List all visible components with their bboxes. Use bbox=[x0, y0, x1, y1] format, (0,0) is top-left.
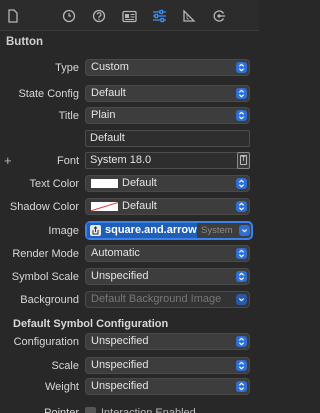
text-color-value: Default bbox=[122, 177, 157, 189]
title-popup[interactable]: Plain bbox=[85, 107, 250, 124]
text-color-popup[interactable]: Default bbox=[85, 175, 250, 192]
chevron-updown-icon bbox=[236, 88, 247, 99]
text-color-row: Text Color Default bbox=[0, 175, 259, 193]
quick-help-icon[interactable] bbox=[91, 8, 107, 24]
type-popup[interactable]: Custom bbox=[85, 59, 250, 76]
image-combo-box[interactable]: square.and.arrow System bbox=[85, 221, 253, 240]
title-style-value: Plain bbox=[91, 109, 116, 121]
configuration-label: Configuration bbox=[13, 336, 79, 348]
title-text-row: Default bbox=[0, 130, 259, 148]
chevron-updown-icon bbox=[236, 62, 247, 73]
state-config-label: State Config bbox=[18, 88, 79, 100]
symbol-config-header: Default Symbol Configuration bbox=[13, 318, 169, 330]
render-mode-value: Automatic bbox=[91, 247, 140, 259]
title-row: Title Plain bbox=[0, 107, 259, 125]
background-placeholder: Default Background Image bbox=[91, 293, 222, 305]
chevron-updown-icon bbox=[236, 248, 247, 259]
file-inspector-icon[interactable] bbox=[5, 8, 21, 24]
background-row: Background Default Background Image bbox=[0, 291, 259, 309]
pointer-row: Pointer Interaction Enabled bbox=[0, 404, 259, 413]
shadow-color-label: Shadow Color bbox=[9, 201, 79, 213]
pointer-checkbox-label: Interaction Enabled bbox=[101, 407, 196, 413]
configuration-value: Unspecified bbox=[91, 335, 149, 347]
weight-label: Weight bbox=[44, 381, 79, 393]
weight-popup[interactable]: Unspecified bbox=[85, 378, 250, 395]
chevron-updown-icon bbox=[236, 178, 247, 189]
text-color-swatch bbox=[91, 179, 118, 188]
symbol-scale-row: Symbol Scale Unspecified bbox=[0, 268, 259, 286]
render-mode-row: Render Mode Automatic bbox=[0, 245, 259, 263]
pointer-interaction-checkbox[interactable] bbox=[85, 407, 96, 413]
text-color-label: Text Color bbox=[29, 178, 79, 190]
chevron-updown-icon bbox=[236, 201, 247, 212]
chevron-down-icon[interactable] bbox=[239, 225, 250, 236]
render-mode-popup[interactable]: Automatic bbox=[85, 245, 250, 262]
chevron-down-icon[interactable] bbox=[236, 294, 247, 305]
type-row: Type Custom bbox=[0, 59, 259, 77]
connections-inspector-icon[interactable] bbox=[211, 8, 227, 24]
shadow-color-value: Default bbox=[122, 200, 157, 212]
size-inspector-icon[interactable] bbox=[181, 8, 197, 24]
chevron-updown-icon bbox=[236, 110, 247, 121]
font-field[interactable]: System 18.0 bbox=[85, 152, 239, 169]
system-badge: System bbox=[201, 225, 233, 236]
chevron-updown-icon bbox=[236, 336, 247, 347]
title-text-field[interactable]: Default bbox=[85, 130, 250, 147]
font-value: System 18.0 bbox=[90, 154, 152, 166]
section-header-button: Button bbox=[6, 36, 44, 48]
pointer-label: Pointer bbox=[44, 407, 79, 413]
inspector-toolbar bbox=[0, 0, 259, 31]
chevron-updown-icon bbox=[236, 381, 247, 392]
attributes-inspector-icon[interactable] bbox=[151, 8, 167, 24]
scale-row: Scale Unspecified bbox=[0, 357, 259, 375]
image-row: Image square.and.arrow System bbox=[0, 221, 259, 240]
state-config-row: State Config Default bbox=[0, 85, 259, 103]
image-value: square.and.arrow bbox=[105, 224, 197, 236]
render-mode-label: Render Mode bbox=[12, 248, 79, 260]
scale-popup[interactable]: Unspecified bbox=[85, 357, 250, 374]
font-picker-icon[interactable]: T bbox=[237, 152, 250, 169]
square-and-arrow-icon bbox=[90, 225, 101, 236]
configuration-popup[interactable]: Unspecified bbox=[85, 333, 250, 350]
background-combo[interactable]: Default Background Image bbox=[85, 291, 250, 308]
image-label: Image bbox=[48, 225, 79, 237]
scale-label: Scale bbox=[51, 360, 79, 372]
state-config-value: Default bbox=[91, 87, 126, 99]
state-config-popup[interactable]: Default bbox=[85, 85, 250, 102]
chevron-updown-icon bbox=[236, 271, 247, 282]
type-value: Custom bbox=[91, 61, 129, 73]
title-label: Title bbox=[58, 110, 79, 122]
chevron-updown-icon bbox=[236, 360, 247, 371]
symbol-scale-popup[interactable]: Unspecified bbox=[85, 268, 250, 285]
symbol-scale-value: Unspecified bbox=[91, 270, 149, 282]
scale-value: Unspecified bbox=[91, 359, 149, 371]
shadow-color-swatch bbox=[91, 202, 118, 211]
identity-inspector-icon[interactable] bbox=[121, 8, 137, 24]
weight-value: Unspecified bbox=[91, 380, 149, 392]
font-row: + Font System 18.0 T bbox=[0, 152, 259, 170]
add-variation-icon[interactable]: + bbox=[4, 152, 12, 170]
background-label: Background bbox=[20, 294, 79, 306]
shadow-color-row: Shadow Color Default bbox=[0, 198, 259, 216]
type-label: Type bbox=[55, 62, 79, 74]
weight-row: Weight Unspecified bbox=[0, 378, 259, 396]
configuration-row: Configuration Unspecified bbox=[0, 333, 259, 351]
history-inspector-icon[interactable] bbox=[61, 8, 77, 24]
font-label: Font bbox=[56, 155, 79, 167]
shadow-color-popup[interactable]: Default bbox=[85, 198, 250, 215]
symbol-scale-label: Symbol Scale bbox=[11, 271, 79, 283]
